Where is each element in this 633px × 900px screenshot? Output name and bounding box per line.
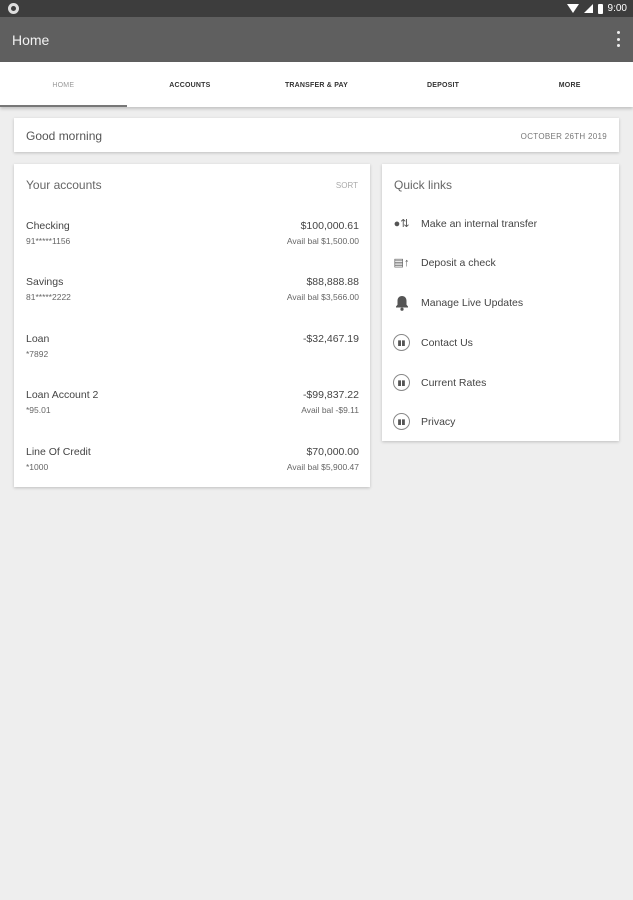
account-row-loan[interactable]: Loan *7892 -$32,467.19	[14, 333, 370, 381]
account-row-loan-account-2[interactable]: Loan Account 2 *95.01 -$99,837.22 Avail …	[14, 389, 370, 437]
page-title: Home	[12, 32, 50, 48]
account-number: *95.01	[26, 405, 51, 415]
quick-link-label: Contact Us	[421, 337, 473, 349]
quick-links-card: Quick links ●⇅ Make an internal transfer…	[382, 164, 619, 441]
quick-link-current-rates[interactable]: ▮▮ Current Rates	[382, 370, 619, 396]
quick-link-label: Manage Live Updates	[421, 297, 524, 309]
tab-home[interactable]: HOME	[0, 62, 127, 107]
notification-icon	[8, 3, 19, 14]
quick-link-label: Privacy	[421, 416, 456, 428]
account-name: Savings	[26, 276, 64, 288]
info-link-icon: ▮▮	[393, 334, 410, 351]
quick-link-label: Current Rates	[421, 377, 487, 389]
account-balance: -$99,837.22	[302, 389, 359, 401]
quick-link-label: Make an internal transfer	[421, 218, 538, 230]
greeting-date: OCTOBER 26TH 2019	[520, 132, 607, 141]
quick-links-title: Quick links	[394, 178, 453, 192]
info-link-icon: ▮▮	[393, 413, 410, 430]
account-name: Loan	[26, 333, 50, 345]
sort-button[interactable]: SORT	[336, 181, 358, 190]
account-available: Avail bal $1,500.00	[286, 236, 359, 246]
quick-link-deposit-check[interactable]: ▤↑ Deposit a check	[382, 250, 619, 276]
app-bar: Home	[0, 17, 633, 62]
account-number: 81*****2222	[26, 292, 71, 302]
quick-link-internal-transfer[interactable]: ●⇅ Make an internal transfer	[382, 211, 619, 237]
tab-deposit[interactable]: DEPOSIT	[380, 62, 507, 107]
overflow-menu-icon[interactable]	[615, 31, 621, 47]
quick-link-label: Deposit a check	[421, 257, 496, 269]
account-number: *1000	[26, 462, 49, 472]
transfer-icon: ●⇅	[393, 218, 410, 230]
account-balance: $88,888.88	[306, 276, 359, 288]
tab-transfer-pay[interactable]: TRANSFER & PAY	[253, 62, 380, 107]
tab-accounts[interactable]: ACCOUNTS	[127, 62, 254, 107]
account-number: 91*****1156	[26, 236, 71, 246]
signal-icon	[583, 4, 593, 13]
account-balance: $100,000.61	[300, 220, 359, 232]
account-row-line-of-credit[interactable]: Line Of Credit *1000 $70,000.00 Avail ba…	[14, 446, 370, 494]
battery-icon	[597, 3, 603, 14]
accounts-card: Your accounts SORT Checking 91*****1156 …	[14, 164, 370, 487]
info-link-icon: ▮▮	[393, 374, 410, 391]
account-available: Avail bal $5,900.47	[286, 462, 359, 472]
greeting-message: Good morning	[26, 129, 103, 143]
account-available: Avail bal -$9.11	[301, 405, 359, 415]
check-deposit-icon: ▤↑	[393, 257, 410, 269]
wifi-icon	[566, 4, 579, 13]
tab-bar: HOME ACCOUNTS TRANSFER & PAY DEPOSIT MOR…	[0, 62, 633, 107]
account-name: Loan Account 2	[26, 389, 99, 401]
tab-more[interactable]: MORE	[506, 62, 633, 107]
status-icons: 9:00	[566, 2, 627, 15]
greeting-card: Good morning OCTOBER 26TH 2019	[14, 118, 619, 152]
account-name: Checking	[26, 220, 70, 232]
account-balance: -$32,467.19	[302, 333, 359, 345]
account-row-savings[interactable]: Savings 81*****2222 $88,888.88 Avail bal…	[14, 276, 370, 324]
quick-link-contact-us[interactable]: ▮▮ Contact Us	[382, 330, 619, 356]
bell-icon	[393, 294, 410, 311]
quick-link-live-updates[interactable]: Manage Live Updates	[382, 290, 619, 316]
status-time: 9:00	[607, 3, 627, 14]
account-name: Line Of Credit	[26, 446, 91, 458]
account-number: *7892	[26, 349, 49, 359]
account-row-checking[interactable]: Checking 91*****1156 $100,000.61 Avail b…	[14, 220, 370, 268]
status-bar: 9:00	[0, 0, 633, 17]
account-balance: $70,000.00	[306, 446, 359, 458]
quick-link-privacy[interactable]: ▮▮ Privacy	[382, 409, 619, 435]
account-available: Avail bal $3,566.00	[286, 292, 359, 302]
accounts-title: Your accounts	[26, 178, 102, 192]
